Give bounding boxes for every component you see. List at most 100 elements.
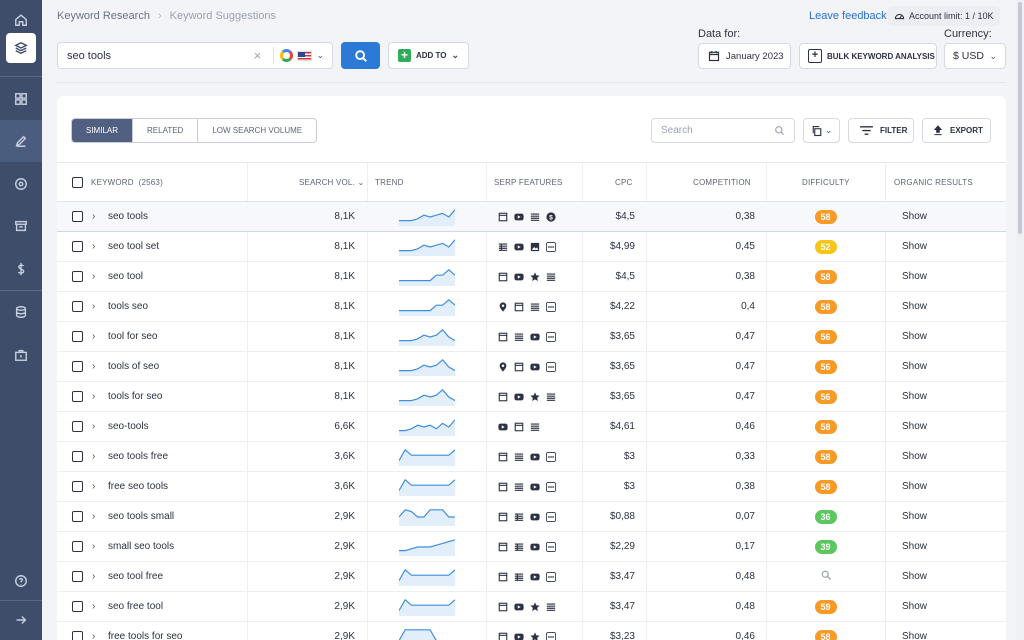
- row-checkbox[interactable]: [72, 301, 83, 312]
- show-organic-results-link[interactable]: Show: [902, 322, 927, 351]
- keyword-text[interactable]: seo free tool: [108, 592, 163, 621]
- col-keyword[interactable]: KEYWORD (2563): [91, 163, 163, 202]
- table-row[interactable]: › tools seo 8,1K $4,22 0,4 58 Show: [57, 292, 1006, 322]
- search-engine-select[interactable]: ⌄: [280, 49, 324, 62]
- show-organic-results-link[interactable]: Show: [902, 472, 927, 501]
- expand-chevron-icon[interactable]: ›: [92, 322, 95, 351]
- row-checkbox-cell[interactable]: [72, 532, 83, 561]
- show-organic-results-link[interactable]: Show: [902, 532, 927, 561]
- show-organic-results-link[interactable]: Show: [902, 352, 927, 381]
- show-organic-results-link[interactable]: Show: [902, 442, 927, 471]
- keyword-text[interactable]: seo tools: [108, 202, 148, 231]
- row-checkbox-cell[interactable]: [72, 382, 83, 411]
- expand-chevron-icon[interactable]: ›: [92, 352, 95, 381]
- tab-low-search-volume[interactable]: LOW SEARCH VOLUME: [198, 119, 316, 142]
- table-row[interactable]: › tool for seo 8,1K $3,65 0,47 56 Show: [57, 322, 1006, 352]
- export-button[interactable]: EXPORT: [922, 118, 991, 143]
- show-organic-results-link[interactable]: Show: [902, 562, 927, 591]
- date-picker-button[interactable]: January 2023: [698, 43, 791, 69]
- row-checkbox-cell[interactable]: [72, 202, 83, 231]
- briefcase-icon[interactable]: [6, 340, 36, 370]
- expand-chevron-icon[interactable]: ›: [92, 232, 95, 261]
- table-row[interactable]: › seo tools free 3,6K $3 0,33 58 Show: [57, 442, 1006, 472]
- expand-chevron-icon[interactable]: ›: [92, 412, 95, 441]
- show-organic-results-link[interactable]: Show: [902, 292, 927, 321]
- row-checkbox[interactable]: [72, 361, 83, 372]
- select-all-checkbox[interactable]: [72, 177, 83, 188]
- help-icon[interactable]: [6, 566, 36, 596]
- leave-feedback-link[interactable]: Leave feedback: [809, 10, 887, 22]
- row-checkbox-cell[interactable]: [72, 502, 83, 531]
- row-checkbox[interactable]: [72, 541, 83, 552]
- row-checkbox[interactable]: [72, 511, 83, 522]
- row-checkbox-cell[interactable]: [72, 592, 83, 621]
- table-row[interactable]: › seo free tool 2,9K $3,47 0,48 59 Show: [57, 592, 1006, 622]
- expand-chevron-icon[interactable]: ›: [92, 622, 95, 640]
- table-row[interactable]: › seo-tools 6,6K $4,61 0,46 58 Show: [57, 412, 1006, 442]
- expand-chevron-icon[interactable]: ›: [92, 442, 95, 471]
- col-search-vol[interactable]: SEARCH VOL. ⌄: [299, 163, 364, 202]
- table-row[interactable]: › seo tool 8,1K $4,5 0,38 58 Show: [57, 262, 1006, 292]
- copy-button[interactable]: ⌄: [803, 118, 840, 143]
- keyword-text[interactable]: tools for seo: [108, 382, 162, 411]
- table-row[interactable]: › tools of seo 8,1K $3,65 0,47 56 Show: [57, 352, 1006, 382]
- home-icon[interactable]: [6, 5, 36, 35]
- show-organic-results-link[interactable]: Show: [902, 412, 927, 441]
- col-serp-features[interactable]: SERP FEATURES: [494, 163, 563, 202]
- row-checkbox-cell[interactable]: [72, 232, 83, 261]
- expand-chevron-icon[interactable]: ›: [92, 472, 95, 501]
- table-row[interactable]: › seo tool free 2,9K $3,47 0,48 Show: [57, 562, 1006, 592]
- show-organic-results-link[interactable]: Show: [902, 502, 927, 531]
- expand-chevron-icon[interactable]: ›: [92, 532, 95, 561]
- row-checkbox[interactable]: [72, 331, 83, 342]
- col-organic-results[interactable]: ORGANIC RESULTS: [894, 163, 973, 202]
- expand-chevron-icon[interactable]: ›: [92, 382, 95, 411]
- row-checkbox-cell[interactable]: [72, 622, 83, 640]
- grid-icon[interactable]: [6, 84, 36, 114]
- row-checkbox[interactable]: [72, 631, 83, 640]
- row-checkbox[interactable]: [72, 421, 83, 432]
- table-row[interactable]: › small seo tools 2,9K $2,29 0,17 39 Show: [57, 532, 1006, 562]
- dollar-icon[interactable]: [6, 254, 36, 284]
- expand-chevron-icon[interactable]: ›: [92, 202, 95, 231]
- show-organic-results-link[interactable]: Show: [902, 202, 927, 231]
- keyword-text[interactable]: tools seo: [108, 292, 148, 321]
- database-icon[interactable]: [6, 297, 36, 327]
- table-row[interactable]: › tools for seo 8,1K $3,65 0,47 56 Show: [57, 382, 1006, 412]
- col-cpc[interactable]: CPC: [615, 163, 633, 202]
- keyword-text[interactable]: seo-tools: [108, 412, 149, 441]
- col-difficulty[interactable]: DIFFICULTY: [802, 163, 850, 202]
- row-checkbox[interactable]: [72, 241, 83, 252]
- keyword-text[interactable]: seo tool free: [108, 562, 163, 591]
- row-checkbox[interactable]: [72, 391, 83, 402]
- row-checkbox-cell[interactable]: [72, 292, 83, 321]
- row-checkbox-cell[interactable]: [72, 352, 83, 381]
- keyword-text[interactable]: tools of seo: [108, 352, 159, 381]
- row-checkbox[interactable]: [72, 451, 83, 462]
- keyword-text[interactable]: seo tools small: [108, 502, 174, 531]
- filter-button[interactable]: FILTER: [848, 118, 914, 143]
- table-row[interactable]: › free seo tools 3,6K $3 0,38 58 Show: [57, 472, 1006, 502]
- logout-arrow-icon[interactable]: [6, 605, 36, 635]
- expand-chevron-icon[interactable]: ›: [92, 562, 95, 591]
- col-competition[interactable]: COMPETITION: [693, 163, 751, 202]
- target-icon[interactable]: [6, 169, 36, 199]
- row-checkbox-cell[interactable]: [72, 262, 83, 291]
- show-organic-results-link[interactable]: Show: [902, 232, 927, 261]
- keyword-text[interactable]: seo tool: [108, 262, 143, 291]
- add-to-button[interactable]: + ADD TO ⌄: [388, 42, 469, 69]
- row-checkbox-cell[interactable]: [72, 472, 83, 501]
- row-checkbox-cell[interactable]: [72, 412, 83, 441]
- archive-icon[interactable]: [6, 211, 36, 241]
- scrollbar-thumb[interactable]: [1018, 2, 1022, 234]
- row-checkbox[interactable]: [72, 571, 83, 582]
- keyword-text[interactable]: tool for seo: [108, 322, 157, 351]
- show-organic-results-link[interactable]: Show: [902, 262, 927, 291]
- tab-similar[interactable]: SIMILAR: [72, 119, 134, 142]
- expand-chevron-icon[interactable]: ›: [92, 292, 95, 321]
- row-checkbox-cell[interactable]: [72, 322, 83, 351]
- keyword-text[interactable]: free tools for seo: [108, 622, 182, 640]
- row-checkbox[interactable]: [72, 271, 83, 282]
- analyze-search-icon[interactable]: [820, 569, 832, 584]
- row-checkbox[interactable]: [72, 481, 83, 492]
